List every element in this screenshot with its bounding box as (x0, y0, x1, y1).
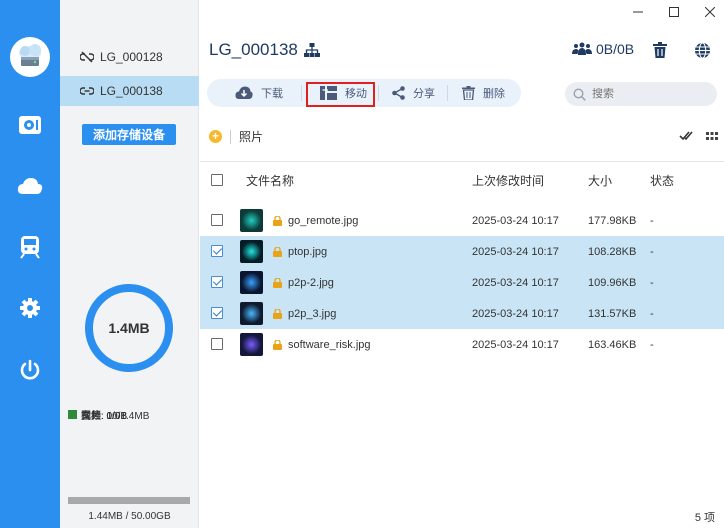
lock-icon (273, 216, 282, 226)
table-row[interactable]: go_remote.jpg 2025-03-24 10:17 177.98KB - (200, 205, 724, 236)
close-button[interactable] (702, 4, 718, 20)
device-panel: LG_000128 LG_000138 添加存储设备 1.4MB 视频: 0/0… (60, 0, 199, 528)
header-divider (200, 161, 724, 162)
recycle-bin-trash-icon[interactable] (650, 40, 670, 60)
file-size: 108.28KB (588, 245, 637, 258)
lock-icon (273, 340, 282, 350)
file-status: - (650, 307, 654, 320)
file-size: 131.57KB (588, 307, 637, 320)
table-row[interactable]: ptop.jpg 2025-03-24 10:17 108.28KB - (200, 236, 724, 267)
column-modified[interactable]: 上次修改时间 (472, 172, 544, 189)
table-row[interactable]: p2p-2.jpg 2025-03-24 10:17 109.96KB - (200, 267, 724, 298)
nav-settings-gear-icon[interactable] (15, 293, 45, 323)
file-size: 163.46KB (588, 338, 637, 351)
file-modified: 2025-03-24 10:17 (472, 245, 559, 258)
linked-chain-icon (80, 87, 94, 95)
minimize-button[interactable] (630, 4, 646, 20)
file-size: 109.96KB (588, 276, 637, 289)
globe-icon[interactable] (692, 40, 712, 60)
delete-button[interactable]: 删除 (462, 79, 505, 107)
file-size: 177.98KB (588, 214, 637, 227)
share-icon (392, 86, 405, 100)
file-name: ptop.jpg (288, 245, 328, 258)
cloud-download-icon (235, 86, 253, 99)
legend-swatch (68, 410, 77, 420)
users-icon (572, 42, 592, 55)
file-modified: 2025-03-24 10:17 (472, 338, 559, 351)
row-checkbox[interactable] (211, 307, 223, 319)
storage-used-label: 1.4MB (108, 320, 150, 336)
file-name: go_remote.jpg (288, 214, 359, 227)
file-name: p2p_3.jpg (288, 307, 337, 320)
file-modified: 2025-03-24 10:17 (472, 276, 559, 289)
move-button-highlight (306, 82, 375, 107)
row-checkbox[interactable] (211, 276, 223, 288)
transfer-speed: 0B/0B (572, 41, 634, 57)
file-thumbnail (240, 302, 263, 325)
breadcrumb-divider (230, 129, 231, 144)
add-storage-device-button[interactable]: 添加存储设备 (82, 124, 176, 145)
device-item-lg-000138[interactable]: LG_000138 (60, 76, 199, 106)
table-header: 文件名称 上次修改时间 大小 状态 (200, 165, 724, 195)
file-thumbnail (240, 333, 263, 356)
device-item-lg-000128[interactable]: LG_000128 (60, 42, 199, 72)
add-folder-plus-icon[interactable]: + (209, 130, 222, 143)
toolbar-divider (378, 85, 379, 101)
search-icon (573, 87, 586, 101)
unlinked-chain-icon (80, 51, 94, 63)
share-button[interactable]: 分享 (392, 79, 435, 107)
nav-storage-device-icon[interactable] (15, 110, 45, 140)
capacity-text: 1.44MB / 50.00GB (88, 511, 171, 522)
app-logo (10, 37, 50, 77)
grid-view-icon[interactable] (704, 128, 720, 144)
device-name: LG_000138 (100, 84, 163, 98)
column-status[interactable]: 状态 (650, 172, 674, 189)
file-status: - (650, 276, 654, 289)
file-name: software_risk.jpg (288, 338, 371, 351)
column-size[interactable]: 大小 (588, 172, 612, 189)
device-name: LG_000128 (100, 50, 163, 64)
capacity-bar (68, 497, 190, 504)
trash-icon (462, 86, 475, 100)
multi-select-check-icon[interactable] (678, 128, 694, 144)
app-nav-rail (0, 0, 60, 528)
row-checkbox[interactable] (211, 338, 223, 350)
lock-icon (273, 309, 282, 319)
file-modified: 2025-03-24 10:17 (472, 307, 559, 320)
breadcrumb: + 照片 (209, 128, 263, 145)
file-modified: 2025-03-24 10:17 (472, 214, 559, 227)
file-status: - (650, 338, 654, 351)
main-content: LG_000138 0B/0B 下载 移动 分享 删除 搜索 + 照片 文件名称… (200, 0, 724, 528)
lock-icon (273, 278, 282, 288)
toolbar-divider (447, 85, 448, 101)
item-count: 5 项 (694, 512, 715, 524)
file-thumbnail (240, 240, 263, 263)
row-checkbox[interactable] (211, 245, 223, 257)
speed-text: 0B/0B (596, 41, 635, 57)
search-input[interactable] (592, 88, 702, 100)
row-checkbox[interactable] (211, 214, 223, 226)
network-icon (303, 43, 320, 57)
nav-transfer-train-icon[interactable] (15, 232, 45, 262)
select-all-checkbox[interactable] (211, 174, 223, 186)
nav-cloud-icon[interactable] (15, 171, 45, 201)
file-status: - (650, 214, 654, 227)
file-thumbnail (240, 209, 263, 232)
lock-icon (273, 247, 282, 257)
page-title: LG_000138 (209, 40, 320, 60)
table-row[interactable]: p2p_3.jpg 2025-03-24 10:17 131.57KB - (200, 298, 724, 329)
file-name: p2p-2.jpg (288, 276, 334, 289)
maximize-button[interactable] (666, 4, 682, 20)
breadcrumb-folder[interactable]: 照片 (239, 128, 263, 145)
search-box[interactable] (565, 82, 717, 106)
file-thumbnail (240, 271, 263, 294)
file-status: - (650, 245, 654, 258)
nav-power-icon[interactable] (15, 355, 45, 385)
toolbar-divider (301, 85, 302, 101)
download-button[interactable]: 下载 (235, 79, 283, 107)
table-row[interactable]: software_risk.jpg 2025-03-24 10:17 163.46K… (200, 329, 724, 360)
column-name[interactable]: 文件名称 (246, 172, 294, 189)
